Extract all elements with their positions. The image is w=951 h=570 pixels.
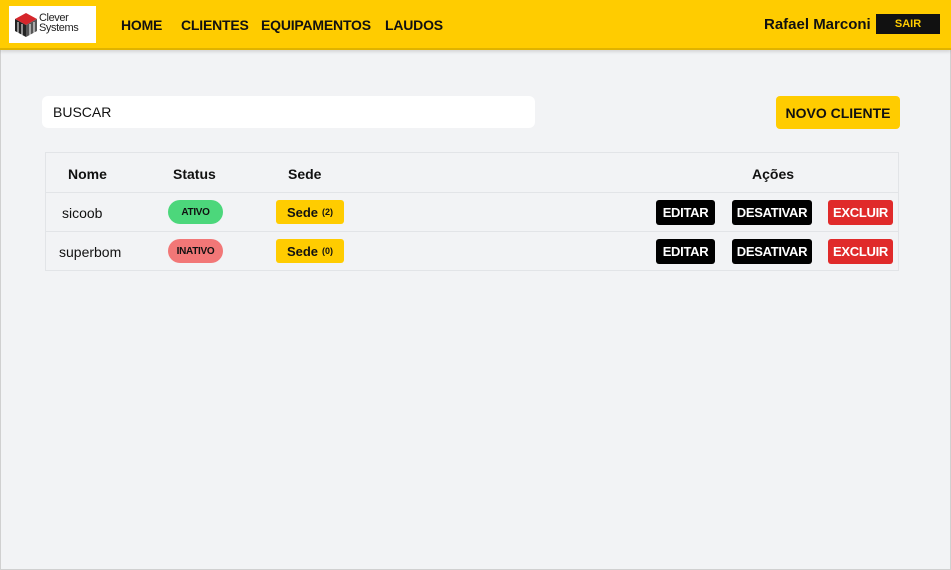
deactivate-button[interactable]: DESATIVAR (732, 200, 812, 225)
edit-button[interactable]: EDITAR (656, 239, 715, 264)
logo-text-line2: Systems (39, 22, 79, 34)
edit-button[interactable]: EDITAR (656, 200, 715, 225)
top-navbar: Clever Systems HOME CLIENTES EQUIPAMENTO… (0, 0, 951, 50)
logo[interactable]: Clever Systems (9, 6, 96, 43)
deactivate-button[interactable]: DESATIVAR (732, 239, 812, 264)
table-row: superbom INATIVO Sede (0) EDITAR DESATIV… (46, 231, 898, 270)
clients-table: Nome Status Sede Ações sicoob ATIVO Sede… (45, 152, 899, 271)
sede-label: Sede (286, 243, 319, 259)
column-header-acoes: Ações (752, 166, 795, 182)
nav-home[interactable]: HOME (121, 17, 162, 33)
nav-equipamentos[interactable]: EQUIPAMENTOS (261, 17, 371, 33)
nav-clientes[interactable]: CLIENTES (181, 17, 249, 33)
table-row: sicoob ATIVO Sede (2) EDITAR DESATIVAR E… (46, 192, 898, 231)
delete-button[interactable]: EXCLUIR (828, 239, 893, 264)
sede-label: Sede (286, 204, 319, 220)
column-header-nome: Nome (68, 166, 107, 182)
logo-cube-icon (15, 13, 37, 37)
sede-button[interactable]: Sede (2) (276, 200, 344, 224)
user-name: Rafael Marconi (764, 16, 871, 33)
client-name: superbom (59, 244, 122, 260)
sede-count: (2) (322, 207, 334, 217)
nav-laudos[interactable]: LAUDOS (385, 17, 443, 33)
logo-text: Clever Systems (39, 13, 95, 34)
logout-button[interactable]: SAIR (876, 14, 940, 34)
sede-button[interactable]: Sede (0) (276, 239, 344, 263)
app-frame (0, 0, 951, 570)
client-name: sicoob (62, 205, 103, 221)
search-input[interactable] (42, 96, 535, 128)
new-client-button[interactable]: NOVO CLIENTE (776, 96, 900, 129)
column-header-sede: Sede (288, 166, 322, 182)
status-badge: ATIVO (168, 200, 223, 224)
status-badge: INATIVO (168, 239, 223, 263)
delete-button[interactable]: EXCLUIR (828, 200, 893, 225)
column-header-status: Status (173, 166, 216, 182)
sede-count: (0) (322, 246, 334, 256)
